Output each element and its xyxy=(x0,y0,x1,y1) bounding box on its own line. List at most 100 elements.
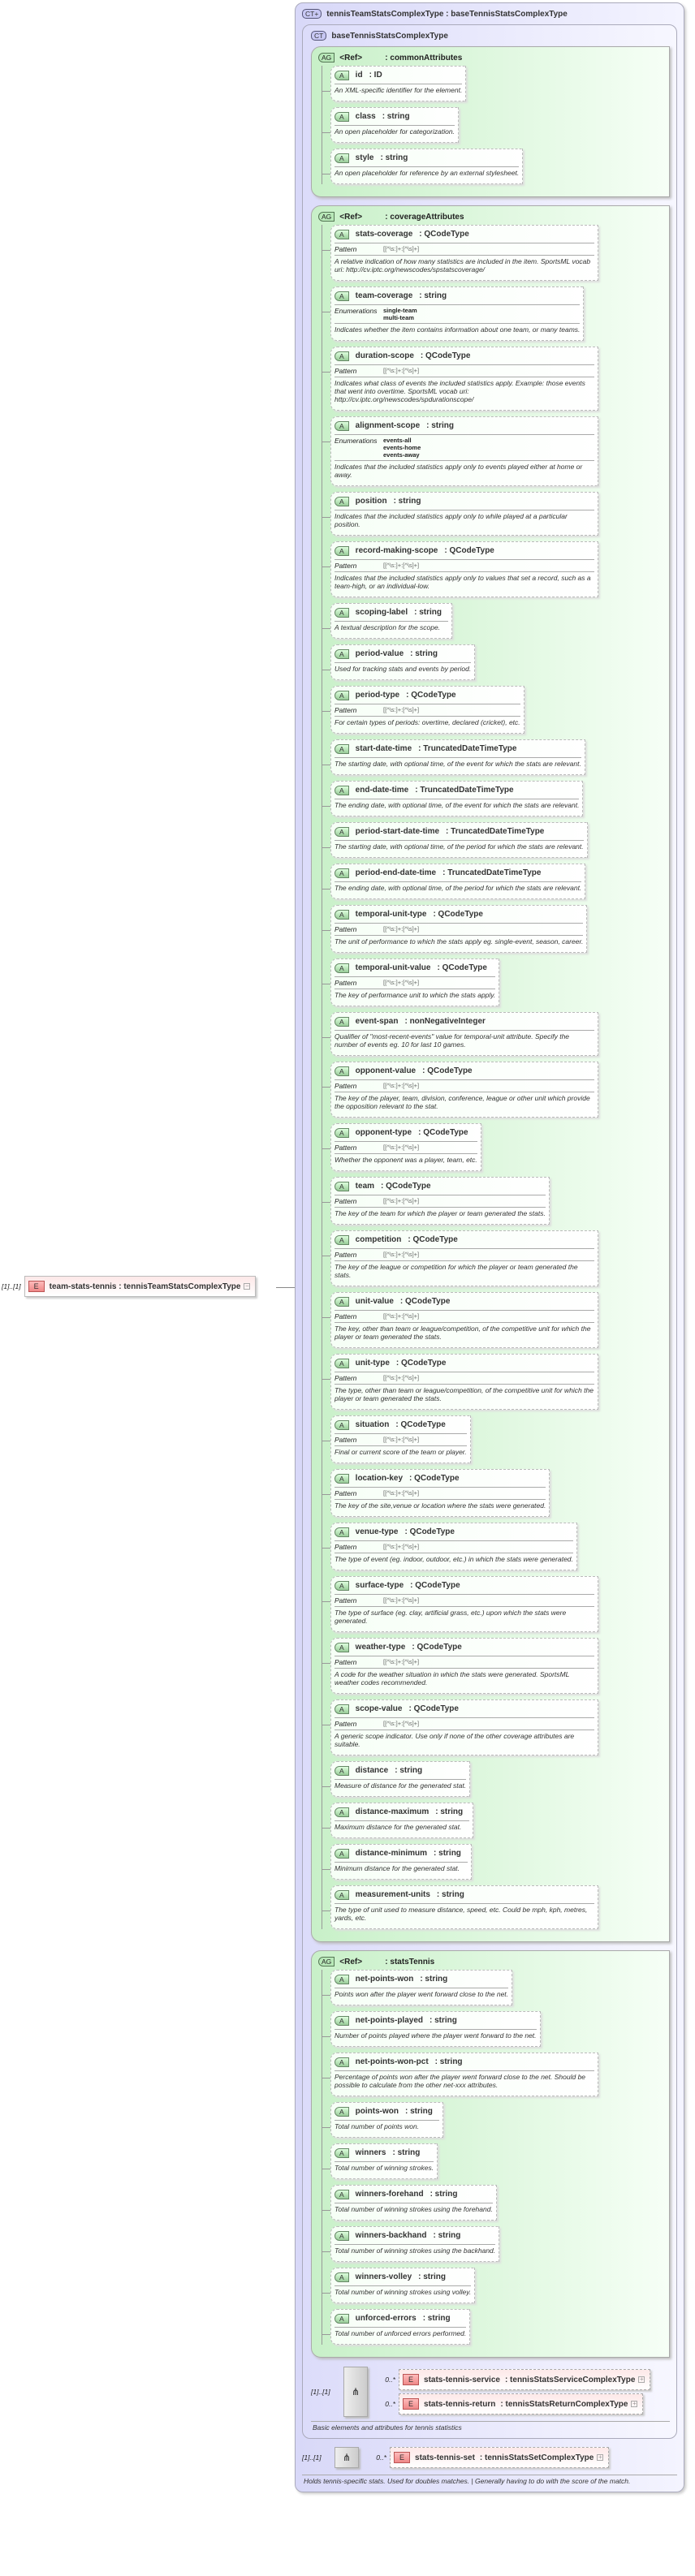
attribute-winners-volley[interactable]: Awinners-volley: string Total number of w… xyxy=(322,2268,476,2303)
attribute-name: opponent-type xyxy=(355,1128,412,1137)
attribute-header: Ateam-coverage: string xyxy=(335,287,581,305)
attribute-venue-type[interactable]: Avenue-type: QCodeType Pattern [[^\s:]+:[^… xyxy=(322,1523,577,1570)
attribute-name: distance-minimum xyxy=(355,1849,428,1858)
pattern-row: Pattern [[^\s:]+:[^\s]+] xyxy=(335,977,496,989)
attribute-end-date-time[interactable]: Aend-date-time: TruncatedDateTimeType The… xyxy=(322,781,584,816)
element-stats-tennis-service[interactable]: Estats-tennis-service: tennisStatsServic… xyxy=(399,2369,651,2390)
attribute-points-won[interactable]: Apoints-won: string Total number of point… xyxy=(322,2102,443,2138)
attribute-type: : QCodeType xyxy=(395,1420,446,1429)
sequence-icon[interactable]: ⋔ xyxy=(335,2447,359,2468)
attribute-description: The unit of performance to which the sta… xyxy=(335,937,584,946)
attribute-position[interactable]: Aposition: string Indicates that the incl… xyxy=(322,492,598,536)
attribute-type: : TruncatedDateTimeType xyxy=(418,744,517,753)
ref-label: <Ref> xyxy=(339,212,363,222)
pattern-row: Pattern [[^\s:]+:[^\s]+] xyxy=(335,1249,594,1261)
attribute-description: The ending date, with optional time, of … xyxy=(335,884,582,892)
attribute-period-end-date-time[interactable]: Aperiod-end-date-time: TruncatedDateTime… xyxy=(322,864,586,899)
attribute-opponent-value[interactable]: Aopponent-value: QCodeType Pattern [[^\s:]… xyxy=(322,1062,598,1118)
expand-toggle[interactable]: + xyxy=(638,2376,645,2383)
attribute-unit-value[interactable]: Aunit-value: QCodeType Pattern [[^\s:]+:[^… xyxy=(322,1292,598,1348)
attribute-location-key[interactable]: Alocation-key: QCodeType Pattern [[^\s:]+:… xyxy=(322,1469,550,1517)
attribute-period-value[interactable]: Aperiod-value: string Used for tracking s… xyxy=(322,644,476,680)
attribute-name: duration-scope xyxy=(355,351,414,360)
attribute-distance[interactable]: Adistance: string Measure of distance for… xyxy=(322,1761,471,1797)
attribute-net-points-played[interactable]: Anet-points-played: string Number of poin… xyxy=(322,2011,541,2047)
attribute-description: Final or current score of the team or pl… xyxy=(335,1448,467,1456)
attribute-winners-forehand[interactable]: Awinners-forehand: string Total number of… xyxy=(322,2185,497,2221)
attribute-group-icon: AG xyxy=(318,1957,335,1966)
attribute-period-type[interactable]: Aperiod-type: QCodeType Pattern [[^\s:]+:[… xyxy=(322,686,524,734)
attribute-period-start-date-time[interactable]: Aperiod-start-date-time: TruncatedDateTi… xyxy=(322,822,588,858)
attribute-description: A relative indication of how many statis… xyxy=(335,257,591,274)
attribute-description: For certain types of periods: overtime, … xyxy=(335,718,520,726)
pattern-value: [[^\s:]+:[^\s]+] xyxy=(383,1489,420,1497)
attribute-icon: A xyxy=(335,743,349,754)
attribute-distance-maximum[interactable]: Adistance-maximum: string Maximum distanc… xyxy=(322,1803,474,1838)
attribute-opponent-type[interactable]: Aopponent-type: QCodeType Pattern [[^\s:]+… xyxy=(322,1123,481,1171)
attribute-temporal-unit-type[interactable]: Atemporal-unit-type: QCodeType Pattern [[^… xyxy=(322,905,588,953)
pattern-row: Pattern [[^\s:]+:[^\s]+] xyxy=(335,1718,594,1730)
attribute-net-points-won-pct[interactable]: Anet-points-won-pct: string Percentage of… xyxy=(322,2053,598,2096)
attribute-duration-scope[interactable]: Aduration-scope: QCodeType Pattern [[^\s:]… xyxy=(322,347,598,411)
expand-toggle[interactable]: + xyxy=(597,2454,604,2461)
attribute-measurement-units[interactable]: Ameasurement-units: string The type of un… xyxy=(322,1885,598,1929)
attribute-icon: A xyxy=(335,291,349,301)
attribute-icon: A xyxy=(335,1234,349,1245)
attribute-style[interactable]: Astyle: string An open placeholder for re… xyxy=(322,149,524,184)
attribute-record-making-scope[interactable]: Arecord-making-scope: QCodeType Pattern [[… xyxy=(322,541,598,597)
attribute-winners-backhand[interactable]: Awinners-backhand: string Total number of… xyxy=(322,2226,500,2262)
attribute-event-span[interactable]: Aevent-span: nonNegativeInteger Qualifier… xyxy=(322,1012,598,1056)
attribute-weather-type[interactable]: Aweather-type: QCodeType Pattern [[^\s:]+:… xyxy=(322,1638,598,1694)
connector-line xyxy=(276,1287,295,1288)
attribute-stats-coverage[interactable]: Astats-coverage: QCodeType Pattern [[^\s:]… xyxy=(322,225,598,281)
attribute-distance-minimum[interactable]: Adistance-minimum: string Minimum distanc… xyxy=(322,1844,472,1880)
attribute-competition[interactable]: Acompetition: QCodeType Pattern [[^\s:]+:[… xyxy=(322,1230,598,1286)
attribute-scoping-label[interactable]: Ascoping-label: string A textual descript… xyxy=(322,603,453,639)
attribute-description: Percentage of points won after the playe… xyxy=(335,2073,586,2089)
attribute-icon: A xyxy=(335,1889,349,1900)
pattern-label: Pattern xyxy=(335,1436,357,1444)
element-stats-tennis-set[interactable]: Estats-tennis-set: tennisStatsSetComplex… xyxy=(390,2447,610,2468)
attribute-net-points-won[interactable]: Anet-points-won: string Points won after … xyxy=(322,1970,513,2005)
pattern-value: [[^\s:]+:[^\s]+] xyxy=(383,1374,420,1381)
attribute-winners[interactable]: Awinners: string Total number of winning … xyxy=(322,2143,438,2179)
attribute-type: : string xyxy=(392,2148,421,2157)
attribute-name: winners-volley xyxy=(355,2272,412,2281)
attribute-icon: A xyxy=(335,607,349,618)
attribute-name: opponent-value xyxy=(355,1066,417,1075)
attribute-situation[interactable]: Asituation: QCodeType Pattern [[^\s:]+:[^\… xyxy=(322,1415,471,1463)
attribute-id[interactable]: Aid: ID An XML-specific identifier for th… xyxy=(322,66,467,101)
attribute-alignment-scope[interactable]: Aalignment-scope: string Enumerations even… xyxy=(322,416,598,486)
attribute-icon: A xyxy=(335,1419,349,1430)
attribute-groups: AG <Ref>: commonAttributes Aid: ID An XML-s… xyxy=(311,46,670,2358)
pattern-value: [[^\s:]+:[^\s]+] xyxy=(383,979,420,986)
expand-toggle[interactable]: + xyxy=(631,2401,638,2407)
attribute-type: : string xyxy=(419,291,447,300)
attribute-start-date-time[interactable]: Astart-date-time: TruncatedDateTimeType T… xyxy=(322,739,585,775)
attribute-team-coverage[interactable]: Ateam-coverage: string Enumerations single… xyxy=(322,286,585,341)
element-team-stats-tennis[interactable]: E team-stats-tennis : tennisTeamStatsCom… xyxy=(24,1276,257,1297)
attribute-surface-type[interactable]: Asurface-type: QCodeType Pattern [[^\s:]+:… xyxy=(322,1576,598,1632)
attribute-header: Awinners-backhand: string xyxy=(335,2227,496,2245)
attribute-type: : TruncatedDateTimeType xyxy=(415,786,514,795)
attribute-temporal-unit-value[interactable]: Atemporal-unit-value: QCodeType Pattern [[… xyxy=(322,958,500,1006)
attribute-unforced-errors[interactable]: Aunforced-errors: string Total number of … xyxy=(322,2309,471,2345)
attribute-name: net-points-won xyxy=(355,1975,414,1984)
attribute-icon: A xyxy=(335,648,349,659)
attribute-type: : QCodeType xyxy=(437,963,487,972)
attribute-description: Maximum distance for the generated stat. xyxy=(335,1823,462,1831)
attribute-header: Astart-date-time: TruncatedDateTimeType xyxy=(335,740,581,758)
attribute-name: period-type xyxy=(355,691,400,700)
sequence-icon[interactable]: ⋔ xyxy=(343,2367,368,2417)
attribute-unit-type[interactable]: Aunit-type: QCodeType Pattern [[^\s:]+:[^\… xyxy=(322,1354,598,1410)
element-name: stats-tennis-service xyxy=(424,2375,500,2384)
attribute-header: Anet-points-played: string xyxy=(335,2012,537,2030)
attribute-header: Aperiod-value: string xyxy=(335,645,472,663)
attribute-class[interactable]: Aclass: string An open placeholder for ca… xyxy=(322,107,459,143)
attribute-scope-value[interactable]: Ascope-value: QCodeType Pattern [[^\s:]+:[… xyxy=(322,1699,598,1755)
attribute-team[interactable]: Ateam: QCodeType Pattern [[^\s:]+:[^\s]+] T… xyxy=(322,1177,550,1225)
attribute-header: Asurface-type: QCodeType xyxy=(335,1577,594,1595)
collapse-toggle[interactable]: − xyxy=(244,1283,251,1290)
element-stats-tennis-return[interactable]: Estats-tennis-return: tennisStatsReturnC… xyxy=(399,2393,644,2414)
attribute-header: Ameasurement-units: string xyxy=(335,1886,594,1904)
